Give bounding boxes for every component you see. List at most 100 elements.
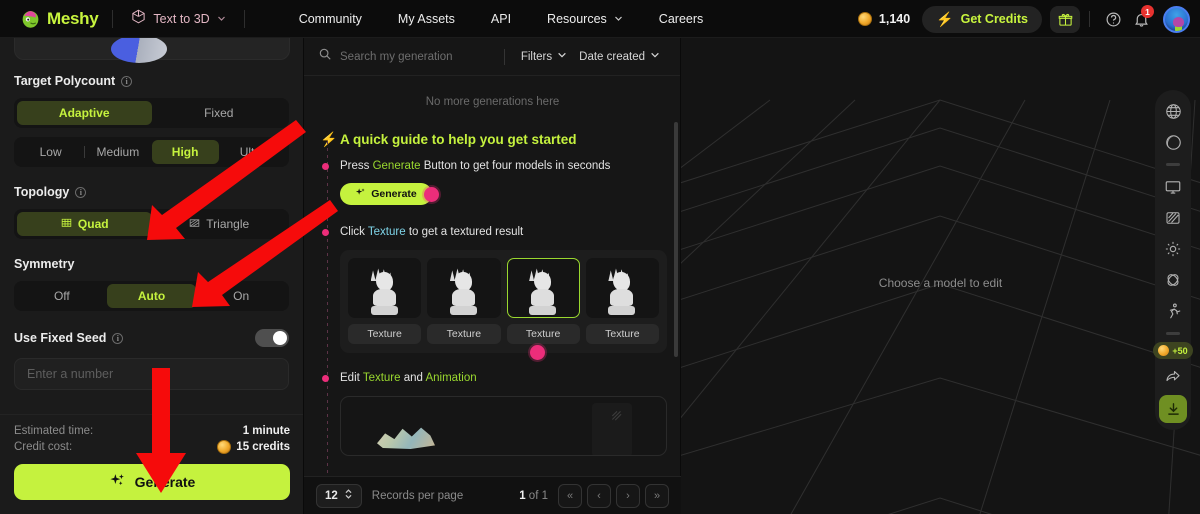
topology-triangle[interactable]: Triangle <box>152 212 287 236</box>
gift-icon[interactable] <box>1050 5 1080 33</box>
symmetry-on[interactable]: On <box>196 284 286 308</box>
lightning-icon: ⚡ <box>320 131 338 147</box>
download-button[interactable] <box>1159 395 1187 423</box>
generations-list: No more generations here ⚡ A quick guide… <box>304 76 681 476</box>
pagination-buttons: « ‹ › » <box>558 483 669 508</box>
nav-my-assets[interactable]: My Assets <box>380 12 473 26</box>
credits-display[interactable]: 1,140 <box>846 12 922 26</box>
nav-api[interactable]: API <box>473 12 529 26</box>
get-credits-button[interactable]: ⚡ Get Credits <box>922 5 1042 33</box>
step-dot <box>322 375 329 382</box>
textured-model-preview <box>377 427 435 449</box>
polycount-level-medium[interactable]: Medium <box>84 140 151 164</box>
3d-viewport[interactable]: Choose a model to edit +50 <box>681 38 1200 514</box>
credit-cost-label: Credit cost: <box>14 441 73 453</box>
step-3-text: Edit Texture and Animation <box>340 372 477 384</box>
brand-logo-group[interactable]: Meshy <box>0 8 99 29</box>
polycount-mode-fixed[interactable]: Fixed <box>152 101 287 125</box>
polycount-level-low[interactable]: Low <box>17 140 84 164</box>
reward-badge[interactable]: +50 <box>1153 342 1193 359</box>
model-thumbnail-selected[interactable] <box>506 258 580 318</box>
stepper-icon <box>344 487 353 505</box>
texture-button[interactable]: Texture <box>506 324 580 344</box>
page-indicator: 1 of 1 <box>519 489 548 502</box>
cursor-hotspot <box>424 187 439 202</box>
fixed-seed-toggle[interactable] <box>255 329 289 347</box>
toolbar-divider <box>1166 163 1180 166</box>
lightning-icon: ⚡ <box>936 11 954 27</box>
topology-quad[interactable]: Quad <box>17 212 152 236</box>
shaded-sphere-icon[interactable] <box>1159 128 1187 156</box>
info-icon[interactable]: i <box>75 186 87 198</box>
panel-scrollbar[interactable] <box>674 122 678 357</box>
edit-preview-card[interactable] <box>340 396 667 456</box>
estimated-time-row: Estimated time: 1 minute <box>14 425 290 437</box>
animation-run-icon[interactable] <box>1159 297 1187 325</box>
info-icon[interactable]: i <box>112 332 124 344</box>
mode-selector-text-to-3d[interactable]: Text to 3D <box>127 9 229 29</box>
estimated-time-value: 1 minute <box>242 425 290 437</box>
bell-icon[interactable]: 1 <box>1127 5 1155 33</box>
search-input[interactable]: Search my generation <box>318 47 494 66</box>
brand-name: Meshy <box>47 8 99 28</box>
avatar[interactable] <box>1163 5 1190 33</box>
model-preview-icon <box>370 268 400 317</box>
polycount-level-ultra[interactable]: Ultra <box>219 140 286 164</box>
nav-resources[interactable]: Resources <box>529 12 641 26</box>
chevron-down-icon <box>650 50 660 63</box>
edit-side-panel <box>592 403 632 455</box>
generate-button[interactable]: Generate <box>14 464 290 500</box>
step-dot <box>322 229 329 236</box>
polycount-mode-adaptive[interactable]: Adaptive <box>17 101 152 125</box>
toolbar-divider <box>1166 332 1180 335</box>
texture-button[interactable]: Texture <box>427 324 501 344</box>
symmetry-segmented: Off Auto On <box>14 281 289 311</box>
nav-community[interactable]: Community <box>281 12 380 26</box>
symmetry-off[interactable]: Off <box>17 284 107 308</box>
topology-section: Topology i Quad Triangle <box>0 185 303 239</box>
model-thumbnail[interactable] <box>585 258 659 318</box>
records-per-page-select[interactable]: 12 <box>316 483 362 508</box>
symmetry-section: Symmetry Off Auto On <box>0 257 303 311</box>
model-preview-icon <box>528 268 558 317</box>
seed-placeholder: Enter a number <box>27 367 114 381</box>
viewport-toolbar: +50 <box>1153 90 1193 430</box>
wireframe-sphere-icon[interactable] <box>1159 97 1187 125</box>
coin-icon <box>1158 345 1170 356</box>
physics-orbit-icon[interactable] <box>1159 266 1187 294</box>
symmetry-auto[interactable]: Auto <box>106 284 197 308</box>
partial-setting-card-above[interactable] <box>14 38 290 63</box>
fixed-seed-label: Use Fixed Seed i <box>14 331 124 345</box>
records-per-page-value: 12 <box>325 489 338 502</box>
texture-button[interactable]: Texture <box>348 324 422 344</box>
last-page-button[interactable]: » <box>645 483 669 508</box>
first-page-button[interactable]: « <box>558 483 582 508</box>
polycount-level-high[interactable]: High <box>151 140 219 164</box>
cube-icon <box>131 9 146 29</box>
monitor-icon[interactable] <box>1159 173 1187 201</box>
model-thumbnail[interactable] <box>427 258 501 318</box>
next-page-button[interactable]: › <box>616 483 640 508</box>
get-credits-label: Get Credits <box>960 12 1028 26</box>
help-circle-icon[interactable] <box>1099 5 1127 33</box>
estimated-time-label: Estimated time: <box>14 425 94 437</box>
model-thumbnail[interactable] <box>348 258 422 318</box>
texture-hatch-icon[interactable] <box>1159 204 1187 232</box>
lighting-icon[interactable] <box>1159 235 1187 263</box>
search-placeholder: Search my generation <box>340 50 453 63</box>
nav-careers[interactable]: Careers <box>641 12 721 26</box>
coin-icon <box>857 12 872 26</box>
model-preview-icon <box>449 268 479 317</box>
fixed-seed-section: Use Fixed Seed i Enter a number <box>0 329 303 390</box>
share-arrow-icon[interactable] <box>1159 362 1187 390</box>
texture-button[interactable]: Texture <box>585 324 659 344</box>
mini-generate-button[interactable]: Generate <box>340 183 439 205</box>
coin-icon <box>217 440 232 454</box>
prev-page-button[interactable]: ‹ <box>587 483 611 508</box>
info-icon[interactable]: i <box>121 75 133 87</box>
filters-dropdown[interactable]: Filters <box>515 50 573 63</box>
sort-dropdown[interactable]: Date created <box>573 50 666 63</box>
seed-input[interactable]: Enter a number <box>14 358 289 390</box>
generations-panel: Search my generation Filters Date create… <box>304 38 681 514</box>
toolbar-divider <box>503 48 505 65</box>
